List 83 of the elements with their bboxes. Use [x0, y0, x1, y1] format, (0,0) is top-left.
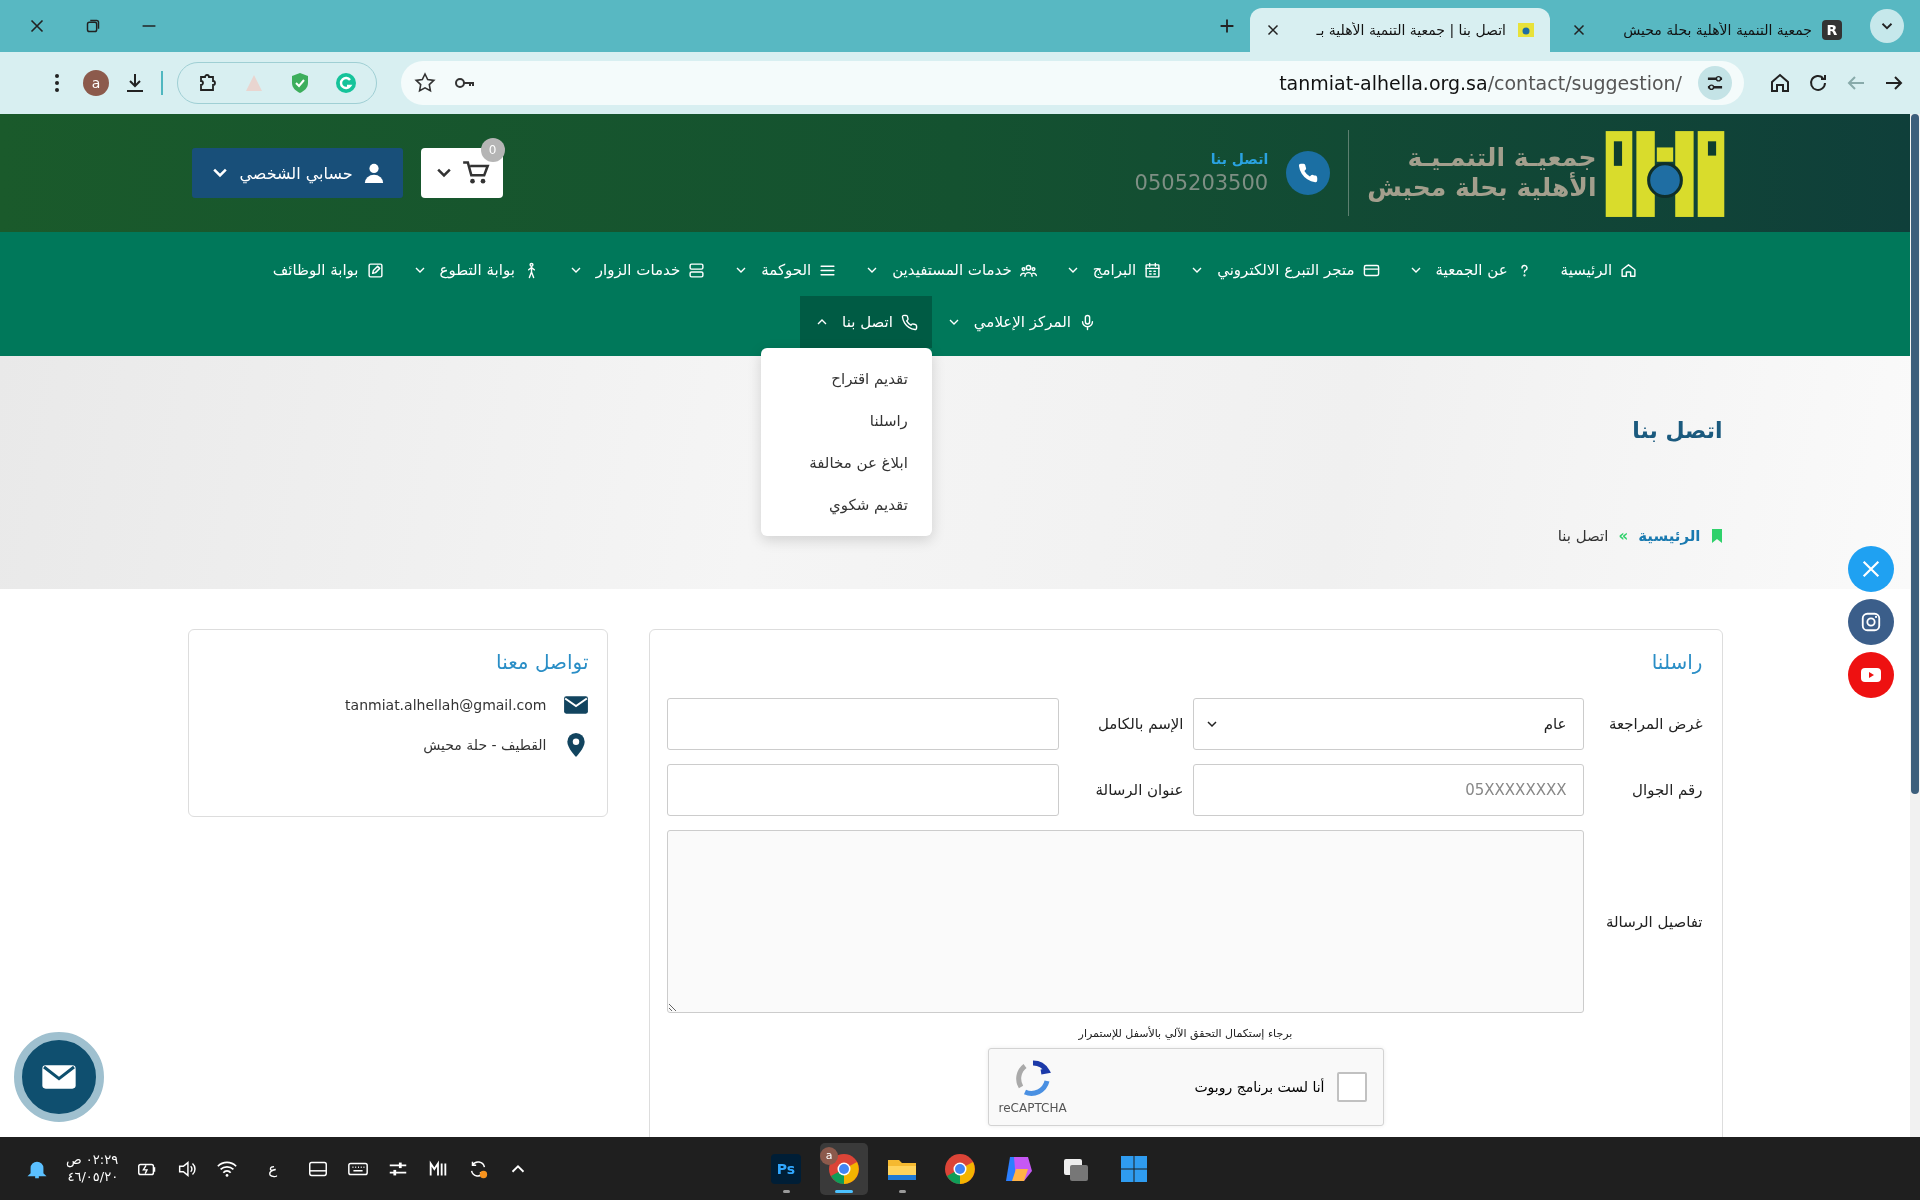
input-field[interactable]	[666, 698, 1059, 750]
nav-link[interactable]: الرئيسية	[1546, 244, 1652, 296]
menu-item[interactable]: تقديم شكوي	[760, 484, 932, 526]
date-text: ٤٦/٠٥/٢٠	[67, 1168, 119, 1186]
running-indicator	[835, 1189, 853, 1193]
menu-item[interactable]: راسلنا	[760, 400, 932, 442]
user-icon	[362, 162, 385, 184]
breadcrumb-link[interactable]: الرئيسية	[1638, 527, 1701, 545]
nav-link[interactable]: خدمات المستفيدين	[850, 244, 1051, 296]
time-text: ٠٢:٢٩ ص	[66, 1151, 119, 1169]
address-bar[interactable]: tanmiat-alhella.org.sa/contact/suggestion/	[401, 61, 1744, 105]
chrome-app-icon	[944, 1152, 976, 1185]
scrollbar[interactable]	[1911, 114, 1919, 794]
select-field[interactable]: عام	[1192, 698, 1584, 750]
running-indicator	[898, 1189, 906, 1193]
profile-badge: a	[820, 1146, 838, 1165]
nav-link[interactable]: الحوكمة	[719, 244, 851, 296]
star-icon[interactable]	[413, 71, 437, 95]
url-text: tanmiat-alhella.org.sa/contact/suggestion/	[1279, 72, 1682, 94]
breadcrumb-separator: »	[1618, 527, 1629, 545]
site-settings-icon[interactable]	[1698, 66, 1732, 100]
running-indicator	[782, 1189, 790, 1193]
email-address: tanmiat.alhellah@gmail.com	[345, 697, 547, 713]
nav-link[interactable]: اتصل بنا	[800, 296, 932, 348]
nav-link[interactable]: متجر التبرع الالكتروني	[1175, 244, 1394, 296]
tab-title: اتصل بنا | جمعية التنمية الأهلية بـ	[1315, 22, 1506, 38]
tab-search-button[interactable]	[1870, 9, 1904, 43]
account-button[interactable]: حسابي الشخصي	[191, 148, 403, 198]
instagram-button[interactable]	[1848, 599, 1894, 645]
field-label: رقم الجوال	[1631, 781, 1703, 799]
x-logo-icon	[1860, 558, 1882, 580]
home-icon	[1620, 261, 1638, 279]
youtube-button[interactable]	[1848, 652, 1894, 698]
logo[interactable]: جمعيـة التنمـيـة الأهلية بحلة محيش	[1367, 127, 1727, 219]
profile-avatar[interactable]: a	[83, 70, 109, 96]
phone-icon	[1286, 151, 1331, 195]
clock[interactable]: ٠٢:٢٩ ص ٤٦/٠٥/٢٠	[66, 1151, 119, 1186]
contact-card-title: تواصل معنا	[495, 650, 589, 674]
field-label: تفاصيل الرسالة	[1605, 912, 1703, 931]
nav-link[interactable]: بوابة الوظائف	[258, 244, 398, 296]
field-label: الإسم بالكامل	[1096, 715, 1184, 733]
field-label: عنوان الرسالة	[1094, 781, 1184, 799]
tab-title: جمعية التنمية الأهلية بحلة محيش	[1622, 22, 1812, 38]
nav-link[interactable]: عن الجمعية	[1393, 244, 1547, 296]
contact-label: اتصل بنا	[1209, 151, 1269, 167]
camera-icon	[1860, 611, 1882, 633]
edit-icon	[366, 261, 384, 279]
field-label: غرض المراجعة	[1608, 715, 1703, 733]
address-text: القطيف - حلة محيش	[423, 737, 547, 753]
input-field[interactable]: 05XXXXXXXX	[1192, 764, 1584, 816]
browser-tab[interactable]: اتصل بنا | جمعية التنمية الأهلية بـ	[1250, 8, 1550, 52]
input-field[interactable]	[666, 764, 1059, 816]
logo-text: جمعيـة التنمـيـة	[1407, 143, 1597, 172]
phone-icon	[900, 313, 918, 331]
taskbar-app[interactable]: Ps	[762, 1142, 810, 1195]
logo-text: الأهلية بحلة محيش	[1367, 173, 1597, 203]
site-favicon: R	[1822, 20, 1842, 40]
cart-icon	[461, 159, 490, 187]
captcha-note: برجاء إستكمال التحقق الآلي بالأسفل للإستمرار	[1077, 1027, 1294, 1040]
nav-link[interactable]: البرامج	[1050, 244, 1176, 296]
breadcrumb-current: اتصل بنا	[1557, 527, 1609, 545]
captcha-label: أنا لست برنامج روبوت	[1194, 1079, 1325, 1095]
server-icon	[688, 261, 706, 279]
phone-number: 0505203500	[1134, 171, 1269, 195]
home-icon[interactable]	[1768, 71, 1792, 95]
taskbar-app[interactable]: a	[820, 1142, 868, 1195]
input-language[interactable]: ع	[268, 1159, 278, 1178]
page-title: اتصل بنا	[1632, 418, 1723, 443]
chrome-app-icon	[828, 1152, 860, 1185]
photoshop-app-icon: Ps	[771, 1153, 801, 1184]
textarea-field[interactable]	[666, 830, 1584, 1013]
menu-item[interactable]: تقديم اقتراح	[760, 358, 932, 400]
nav-link[interactable]: بوابة التطوع	[397, 244, 554, 296]
recaptcha-brand: reCAPTCHA	[998, 1101, 1067, 1115]
bookmark-icon	[1710, 528, 1723, 544]
cart-count: 0	[480, 138, 505, 162]
menu-item[interactable]: ابلاغ عن مخالفة	[760, 442, 932, 484]
calendar-icon	[1144, 261, 1162, 279]
checkbox[interactable]	[1336, 1072, 1367, 1102]
form-title: راسلنا	[1650, 650, 1703, 674]
nav-link[interactable]: خدمات الزوار	[553, 244, 720, 296]
site-favicon	[1516, 20, 1536, 40]
nav-link[interactable]: المركز الإعلامي	[931, 296, 1110, 348]
